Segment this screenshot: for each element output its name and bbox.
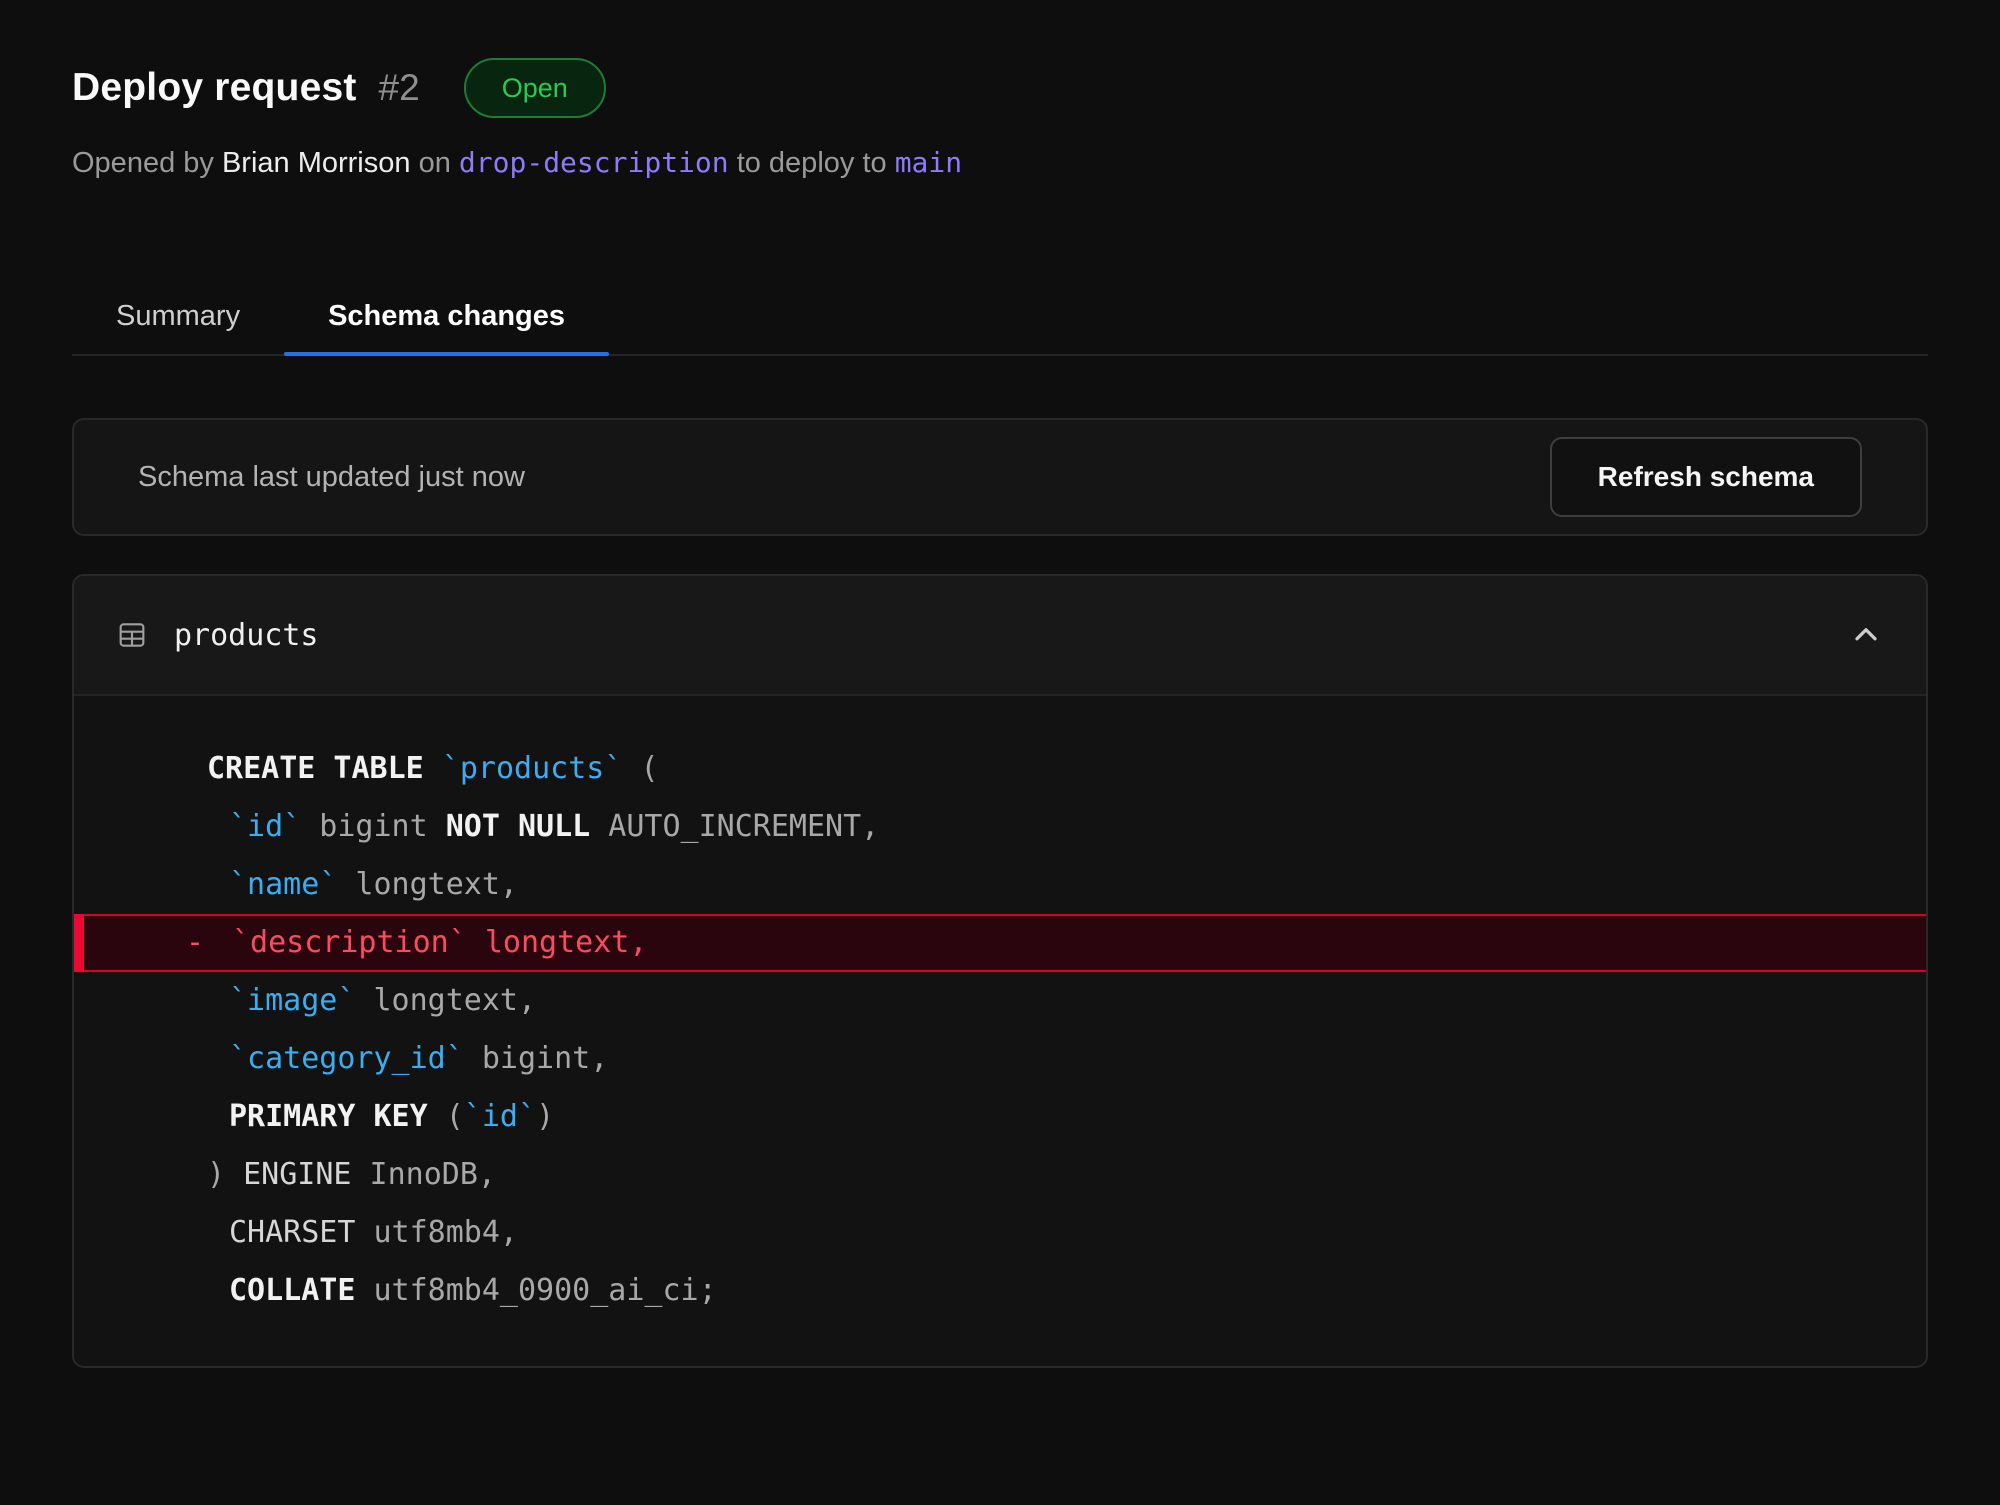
schema-refresh-bar: Schema last updated just now Refresh sch…	[72, 418, 1928, 536]
sql-token: )	[207, 1157, 243, 1192]
deploy-to-text: to deploy to	[737, 147, 887, 179]
page-title: Deploy request	[72, 66, 357, 110]
sql-token	[424, 751, 442, 786]
deploy-request-number: #2	[379, 67, 420, 109]
sql-token: CREATE TABLE	[207, 751, 424, 786]
sql-token: ENGINE	[243, 1157, 351, 1192]
sql-line: `name` longtext,	[74, 856, 1926, 914]
sql-line: CREATE TABLE `products` (	[74, 740, 1926, 798]
sql-token: )	[536, 1099, 554, 1134]
sql-line-deleted: -`description` longtext,	[74, 914, 1926, 972]
sql-diff-code: CREATE TABLE `products` (`id` bigint NOT…	[74, 696, 1926, 1366]
sql-line: PRIMARY KEY (`id`)	[74, 1088, 1926, 1146]
deploy-request-subtitle: Opened by Brian Morrison on drop-descrip…	[72, 146, 1928, 180]
refresh-schema-button[interactable]: Refresh schema	[1550, 437, 1862, 517]
sql-token: bigint,	[464, 1041, 609, 1076]
source-branch-link[interactable]: drop-description	[459, 146, 729, 179]
sql-token: `description`	[232, 925, 467, 960]
status-badge: Open	[464, 58, 606, 118]
sql-token: bigint	[301, 809, 446, 844]
deploy-request-page: Deploy request #2 Open Opened by Brian M…	[0, 0, 2000, 1368]
table-name: products	[174, 618, 319, 653]
tab-schema-changes[interactable]: Schema changes	[284, 278, 609, 354]
table-panel-header[interactable]: products	[74, 576, 1926, 696]
sql-line: CHARSET utf8mb4,	[74, 1204, 1926, 1262]
sql-line: ) ENGINE InnoDB,	[74, 1146, 1926, 1204]
tab-bar: SummarySchema changes	[72, 278, 1928, 356]
author-name: Brian Morrison	[222, 147, 411, 179]
sql-token: utf8mb4,	[355, 1215, 518, 1250]
table-icon	[116, 619, 148, 651]
page-header: Deploy request #2 Open	[72, 58, 1928, 118]
chevron-up-icon[interactable]	[1848, 617, 1884, 653]
sql-token: longtext,	[355, 983, 536, 1018]
sql-token: InnoDB,	[352, 1157, 497, 1192]
sql-token: `name`	[229, 867, 337, 902]
sql-token: `category_id`	[229, 1041, 464, 1076]
sql-token: `image`	[229, 983, 355, 1018]
sql-token: `products`	[442, 751, 623, 786]
sql-token: utf8mb4_0900_ai_ci;	[355, 1273, 716, 1308]
sql-token: longtext,	[467, 925, 648, 960]
sql-token: `id`	[464, 1099, 536, 1134]
sql-token: PRIMARY KEY	[229, 1099, 428, 1134]
sql-token: CHARSET	[229, 1215, 355, 1250]
sql-token: COLLATE	[229, 1273, 355, 1308]
sql-line: `category_id` bigint,	[74, 1030, 1926, 1088]
schema-updated-text: Schema last updated just now	[138, 461, 525, 494]
sql-token: (	[428, 1099, 464, 1134]
sql-token: AUTO_INCREMENT,	[590, 809, 879, 844]
on-text: on	[419, 147, 451, 179]
sql-line: `id` bigint NOT NULL AUTO_INCREMENT,	[74, 798, 1926, 856]
sql-token: (	[622, 751, 658, 786]
tab-summary[interactable]: Summary	[72, 278, 284, 354]
target-branch-link[interactable]: main	[895, 146, 962, 179]
sql-token: NOT NULL	[446, 809, 591, 844]
deletion-marker-bar	[74, 914, 84, 972]
schema-diff-panel: products CREATE TABLE `products` (`id` b…	[72, 574, 1928, 1368]
sql-line: `image` longtext,	[74, 972, 1926, 1030]
sql-token: `id`	[229, 809, 301, 844]
sql-line: COLLATE utf8mb4_0900_ai_ci;	[74, 1262, 1926, 1320]
sql-token: longtext,	[337, 867, 518, 902]
opened-by-text: Opened by	[72, 147, 214, 179]
deletion-minus-sign: -	[186, 916, 232, 970]
